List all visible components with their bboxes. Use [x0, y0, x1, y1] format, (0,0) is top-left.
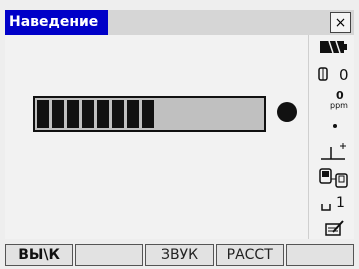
prism-constant-value: 0 — [339, 66, 349, 84]
battery-full-icon — [320, 40, 347, 54]
aiming-panel — [5, 35, 308, 239]
signal-indicator-dot — [277, 102, 297, 122]
signal-segment — [52, 100, 64, 128]
ppm-unit: ppm — [330, 101, 348, 110]
softkey-empty-2[interactable] — [75, 244, 144, 266]
prism-icon — [318, 67, 328, 81]
screen: Наведение × 0 0 ppm 1 ВЫ\К ЗВУК РАССТ — [0, 0, 359, 269]
signal-segment — [112, 100, 124, 128]
communication-icon — [319, 168, 348, 188]
softkey-bar: ВЫ\К ЗВУК РАССТ — [5, 244, 355, 266]
edit-icon — [325, 220, 344, 236]
signal-fill — [37, 100, 154, 128]
softkey-sound[interactable]: ЗВУК — [145, 244, 214, 266]
input-mode-icon — [321, 204, 331, 211]
signal-segment — [82, 100, 94, 128]
window-title: Наведение — [5, 10, 108, 35]
softkey-distance[interactable]: РАССТ — [215, 244, 284, 266]
signal-segment — [97, 100, 109, 128]
input-mode-number: 1 — [336, 195, 345, 211]
signal-strength-bar — [33, 96, 266, 132]
signal-segment — [142, 100, 154, 128]
signal-segment — [127, 100, 139, 128]
title-bar: Наведение × — [5, 10, 354, 35]
softkey-off[interactable]: ВЫ\К — [5, 244, 74, 266]
close-button[interactable]: × — [330, 12, 351, 33]
target-mode-icon — [321, 143, 346, 160]
signal-segment — [67, 100, 79, 128]
tilt-indicator-dot — [333, 124, 337, 128]
signal-segment — [37, 100, 49, 128]
softkey-empty-5[interactable] — [285, 244, 355, 266]
status-column: 0 0 ppm 1 — [308, 35, 354, 239]
